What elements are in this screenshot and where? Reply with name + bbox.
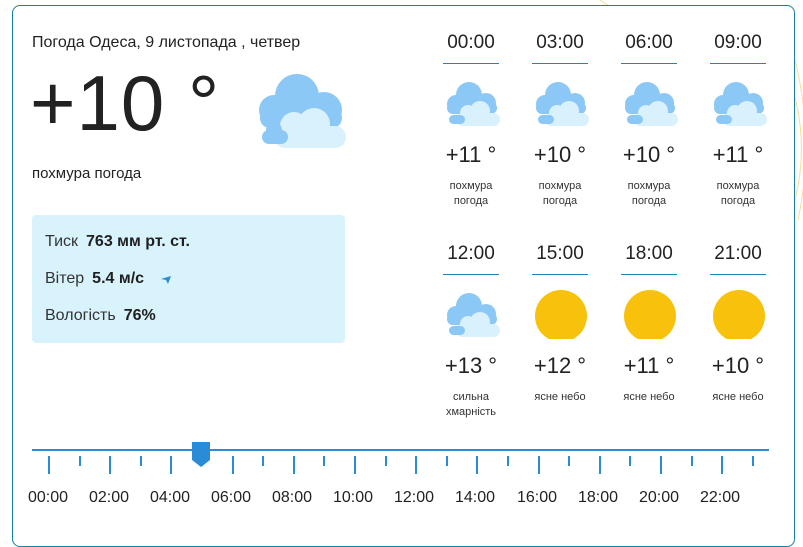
forecast-temp: +10 ° [533, 142, 587, 167]
details-panel: Тиск 763 мм рт. ст. Вітер 5.4 м/с Вологіст… [32, 215, 345, 343]
forecast-temp: +11 ° [712, 142, 764, 167]
forecast-temp: +12 ° [533, 353, 587, 378]
humidity-row: Вологість 76% [45, 307, 156, 325]
timeline-tick [721, 456, 724, 474]
current-temperature: +10 ° [30, 59, 221, 147]
timeline-tick [354, 456, 356, 474]
timeline-tick [660, 456, 662, 474]
timeline-tick [139, 456, 142, 466]
timeline-label[interactable]: 02:00 [79, 489, 139, 507]
sun-icon [713, 290, 765, 339]
cloud-icon [447, 293, 500, 337]
timeline-tick [507, 456, 509, 466]
timeline-tick [384, 456, 387, 466]
timeline-tick [445, 456, 448, 466]
timeline-label[interactable]: 20:00 [629, 489, 689, 507]
wind-direction-icon [160, 275, 171, 284]
page-title: Погода Одеса, 9 листопада , четвер [32, 34, 301, 51]
timeline-tick [537, 456, 540, 474]
forecast-condition: похмура погода [627, 180, 671, 207]
forecast-condition: ясне небо [712, 391, 764, 403]
forecast-condition: похмура погода [538, 180, 582, 207]
divider [621, 63, 677, 64]
timeline-tick [751, 456, 754, 466]
timeline-tick [323, 456, 326, 466]
cloud-icon [259, 74, 346, 148]
divider [443, 274, 499, 275]
wind-label: Вітер [45, 270, 85, 287]
timeline-label[interactable]: 16:00 [507, 489, 567, 507]
pressure-label: Тиск [45, 233, 79, 250]
divider [621, 274, 677, 275]
humidity-label: Вологість [45, 307, 116, 324]
forecast-temp: +10 ° [711, 353, 765, 378]
current-condition: похмура погода [32, 165, 142, 182]
forecast-time: 03:00 [536, 32, 584, 53]
forecast-time: 12:00 [447, 243, 495, 264]
timeline-tick [48, 456, 50, 474]
forecast-temp: +13 ° [444, 353, 498, 378]
forecast-temp: +11 ° [623, 353, 675, 378]
timeline-label[interactable]: 08:00 [262, 489, 322, 507]
pressure-value: 763 мм рт. ст. [86, 233, 190, 250]
cloud-icon [447, 82, 500, 126]
forecast-time: 00:00 [447, 32, 495, 53]
timeline-tick [476, 456, 479, 474]
forecast-condition: ясне небо [623, 391, 675, 403]
sun-icon [535, 290, 587, 339]
sun-icon [624, 290, 676, 339]
timeline-tick [598, 456, 601, 474]
timeline-label[interactable]: 22:00 [690, 489, 750, 507]
forecast-condition: сильна хмарність [445, 391, 497, 418]
pressure-row: Тиск 763 мм рт. ст. [45, 233, 190, 251]
humidity-value: 76% [123, 307, 156, 324]
forecast-condition: похмура погода [716, 180, 760, 207]
timeline-tick [568, 456, 571, 466]
timeline-tick [629, 456, 632, 466]
timeline-tick [262, 456, 265, 466]
divider [443, 63, 499, 64]
timeline-tick [690, 456, 693, 466]
timeline-label[interactable]: 04:00 [140, 489, 200, 507]
forecast-temp: +10 ° [622, 142, 676, 167]
timeline-tick [231, 456, 234, 474]
divider [532, 63, 588, 64]
forecast-condition: похмура погода [449, 180, 493, 207]
forecast-time: 06:00 [625, 32, 673, 53]
wind-row: Вітер 5.4 м/с [45, 270, 173, 288]
timeline-label[interactable]: 06:00 [201, 489, 261, 507]
divider [532, 274, 588, 275]
timeline-label[interactable]: 18:00 [568, 489, 628, 507]
timeline-label[interactable]: 12:00 [384, 489, 444, 507]
divider [710, 63, 766, 64]
timeline-tick [292, 456, 295, 474]
wind-value: 5.4 м/с [92, 270, 145, 287]
forecast-time: 21:00 [714, 243, 762, 264]
forecast-time: 18:00 [625, 243, 673, 264]
timeline-tick [170, 456, 173, 474]
forecast-time: 09:00 [714, 32, 762, 53]
timeline-label[interactable]: 10:00 [323, 489, 383, 507]
cloud-icon [714, 82, 767, 126]
divider [710, 274, 766, 275]
cloud-icon [625, 82, 678, 126]
forecast-time: 15:00 [536, 243, 584, 264]
timeline-tick [78, 456, 81, 466]
cloud-icon [536, 82, 589, 126]
timeline-label[interactable]: 14:00 [445, 489, 505, 507]
timeline-handle[interactable] [190, 440, 212, 468]
timeline-track[interactable] [32, 449, 769, 451]
timeline-label[interactable]: 00:00 [18, 489, 78, 507]
forecast-temp: +11 ° [445, 142, 497, 167]
timeline-tick [109, 456, 112, 474]
timeline-tick [415, 456, 418, 474]
forecast-condition: ясне небо [534, 391, 586, 403]
